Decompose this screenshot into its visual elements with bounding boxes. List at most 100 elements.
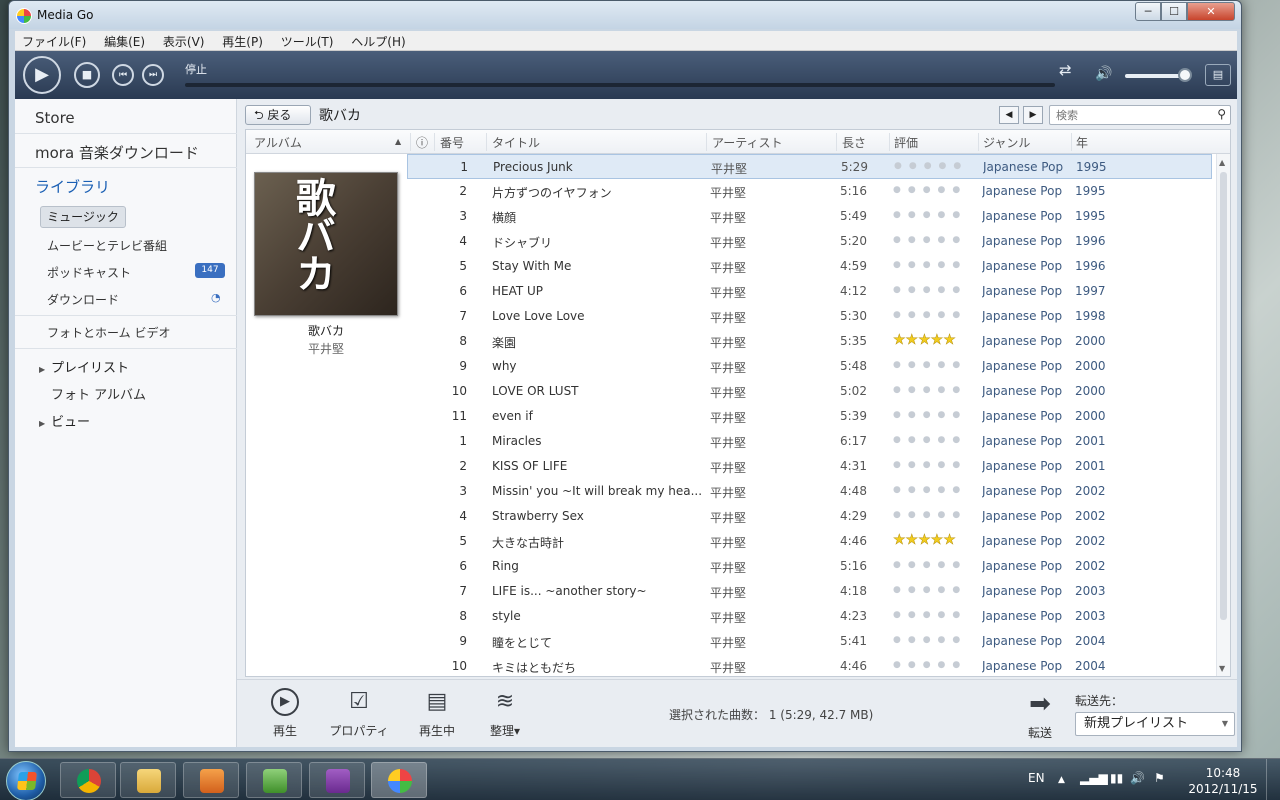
speaker-icon[interactable]: 🔊 <box>1130 771 1145 785</box>
track-rating[interactable]: ●●●●● <box>893 557 967 573</box>
scroll-down-arrow[interactable]: ▼ <box>1219 664 1225 673</box>
empty-rating-dots-icon[interactable]: ●●●●● <box>893 485 967 495</box>
expand-triangle-icon[interactable]: ▶ <box>39 365 51 374</box>
empty-rating-dots-icon[interactable]: ●●●●● <box>893 385 967 395</box>
star-rating-icon[interactable]: ★★★★★ <box>893 532 956 548</box>
repeat-icon[interactable]: ⇄ <box>1059 61 1072 79</box>
track-rating[interactable]: ●●●●● <box>893 357 967 373</box>
search-icon[interactable]: ⚲ <box>1217 107 1226 121</box>
table-row[interactable]: 4 ドシャブリ 平井堅 5:20 ●●●●● Japanese Pop 1996 <box>407 229 1212 254</box>
track-rating[interactable]: ●●●●● <box>893 282 967 298</box>
info-icon[interactable]: ⓘ <box>416 134 428 151</box>
sidebar-item-mora[interactable]: mora 音楽ダウンロード <box>15 142 237 163</box>
empty-rating-dots-icon[interactable]: ●●●●● <box>893 360 967 370</box>
sidebar-item-store[interactable]: Store <box>15 109 237 127</box>
start-button[interactable] <box>6 761 46 800</box>
table-row[interactable]: 2 片方ずつのイヤフォン 平井堅 5:16 ●●●●● Japanese Pop 1995 <box>407 179 1212 204</box>
track-rating[interactable]: ●●●●● <box>893 207 967 223</box>
table-row[interactable]: 10 LOVE OR LUST 平井堅 5:02 ●●●●● Japanese Pop 20… <box>407 379 1212 404</box>
network-icon[interactable]: ▂▄▆ <box>1080 771 1108 785</box>
table-row[interactable]: 11 even if 平井堅 5:39 ●●●●● Japanese Pop 2000 <box>407 404 1212 429</box>
column-divider[interactable] <box>706 133 707 151</box>
track-rating[interactable]: ●●●●● <box>894 158 968 174</box>
properties-button[interactable]: ☑ プロパティ <box>327 688 391 739</box>
column-header-rating[interactable]: 評価 <box>894 134 918 151</box>
next-track-button[interactable]: ⏭ <box>142 64 164 86</box>
track-rating[interactable]: ★★★★★ <box>893 532 956 548</box>
track-rating[interactable]: ●●●●● <box>893 657 967 673</box>
empty-rating-dots-icon[interactable]: ●●●●● <box>893 285 967 295</box>
track-rating[interactable]: ●●●●● <box>893 607 967 623</box>
column-header-year[interactable]: 年 <box>1076 134 1088 151</box>
table-row[interactable]: 2 KISS OF LIFE 平井堅 4:31 ●●●●● Japanese Pop 200… <box>407 454 1212 479</box>
stop-button[interactable]: ■ <box>74 62 100 88</box>
sidebar-item-downloads[interactable]: ダウンロード <box>15 291 237 308</box>
now-playing-button[interactable]: ▤ 再生中 <box>409 688 465 739</box>
empty-rating-dots-icon[interactable]: ●●●●● <box>893 310 967 320</box>
track-rating[interactable]: ●●●●● <box>893 507 967 523</box>
column-header-length[interactable]: 長さ <box>842 134 866 151</box>
signal-icon[interactable]: ▮▮ <box>1110 771 1123 785</box>
empty-rating-dots-icon[interactable]: ●●●●● <box>893 510 967 520</box>
table-row[interactable]: 7 LIFE is... ~another story~ 平井堅 4:18 ●●●●● J… <box>407 579 1212 604</box>
sidebar-item-movies[interactable]: ムービーとテレビ番組 <box>15 237 237 254</box>
sidebar-item-music[interactable]: ミュージック <box>40 206 126 228</box>
taskbar-onenote[interactable] <box>309 762 365 798</box>
title-bar[interactable]: Media Go ─ ☐ ✕ <box>9 1 1241 29</box>
track-rating[interactable]: ●●●●● <box>893 257 967 273</box>
table-row[interactable]: 5 Stay With Me 平井堅 4:59 ●●●●● Japanese Pop 199… <box>407 254 1212 279</box>
empty-rating-dots-icon[interactable]: ●●●●● <box>893 660 967 670</box>
search-input[interactable] <box>1050 106 1200 124</box>
table-row[interactable]: 6 HEAT UP 平井堅 4:12 ●●●●● Japanese Pop 1997 <box>407 279 1212 304</box>
column-header-album[interactable]: アルバム <box>254 134 302 151</box>
nav-back-arrow[interactable]: ◀ <box>999 106 1019 124</box>
empty-rating-dots-icon[interactable]: ●●●●● <box>894 161 968 171</box>
show-desktop-button[interactable] <box>1266 759 1280 800</box>
previous-track-button[interactable]: ⏮ <box>112 64 134 86</box>
empty-rating-dots-icon[interactable]: ●●●●● <box>893 185 967 195</box>
track-rating[interactable]: ●●●●● <box>893 582 967 598</box>
empty-rating-dots-icon[interactable]: ●●●●● <box>893 235 967 245</box>
search-box[interactable]: ⚲ <box>1049 105 1231 125</box>
table-row[interactable]: 3 Missin' you ~It will break my hea... 平井堅… <box>407 479 1212 504</box>
track-rating[interactable]: ●●●●● <box>893 382 967 398</box>
transfer-button[interactable]: ➡ 転送 <box>1025 690 1055 741</box>
track-rating[interactable]: ●●●●● <box>893 307 967 323</box>
table-row[interactable]: 8 style 平井堅 4:23 ●●●●● Japanese Pop 2003 <box>407 604 1212 629</box>
track-rating[interactable]: ●●●●● <box>893 232 967 248</box>
play-button[interactable]: ▶ <box>23 56 61 94</box>
table-row[interactable]: 3 横顔 平井堅 5:49 ●●●●● Japanese Pop 1995 <box>407 204 1212 229</box>
back-button[interactable]: ⮌ 戻る <box>245 105 311 125</box>
sidebar-item-photo-home-video[interactable]: フォトとホーム ビデオ <box>15 324 237 341</box>
taskbar-media-go[interactable] <box>371 762 427 798</box>
track-rating[interactable]: ●●●●● <box>893 182 967 198</box>
column-header-number[interactable]: 番号 <box>440 134 464 151</box>
transfer-destination-dropdown[interactable]: 新規プレイリスト ▼ <box>1075 712 1235 736</box>
table-row[interactable]: 5 大きな古時計 平井堅 4:46 ★★★★★ Japanese Pop 2002 <box>407 529 1212 554</box>
system-clock[interactable]: 10:48 2012/11/15 <box>1188 765 1258 797</box>
table-row[interactable]: 10 キミはともだち 平井堅 4:46 ●●●●● Japanese Pop 2004 <box>407 654 1212 676</box>
view-mode-icon[interactable]: ▤ <box>1205 64 1231 86</box>
column-divider[interactable] <box>486 133 487 151</box>
progress-bar[interactable] <box>185 83 1055 87</box>
taskbar-chrome[interactable] <box>60 762 116 798</box>
column-header-genre[interactable]: ジャンル <box>983 134 1030 151</box>
sidebar-item-library[interactable]: ライブラリ <box>15 176 237 197</box>
menu-view[interactable]: 表示(V) <box>156 31 212 52</box>
track-rating[interactable]: ●●●●● <box>893 632 967 648</box>
sidebar-item-playlists[interactable]: ▶ プレイリスト <box>15 357 237 376</box>
column-divider[interactable] <box>434 133 435 151</box>
sidebar-item-views[interactable]: ▶ ビュー <box>15 411 237 430</box>
close-button[interactable]: ✕ <box>1187 2 1235 21</box>
empty-rating-dots-icon[interactable]: ●●●●● <box>893 610 967 620</box>
empty-rating-dots-icon[interactable]: ●●●●● <box>893 585 967 595</box>
column-divider[interactable] <box>836 133 837 151</box>
column-divider[interactable] <box>889 133 890 151</box>
maximize-button[interactable]: ☐ <box>1161 2 1187 21</box>
track-rating[interactable]: ●●●●● <box>893 432 967 448</box>
column-header-artist[interactable]: アーティスト <box>712 134 783 151</box>
nav-forward-arrow[interactable]: ▶ <box>1023 106 1043 124</box>
scroll-up-arrow[interactable]: ▲ <box>1219 158 1225 167</box>
table-row[interactable]: 1 Precious Junk 平井堅 5:29 ●●●●● Japanese Pop 19… <box>407 154 1212 179</box>
vertical-scrollbar[interactable]: ▲ ▼ <box>1216 154 1230 676</box>
